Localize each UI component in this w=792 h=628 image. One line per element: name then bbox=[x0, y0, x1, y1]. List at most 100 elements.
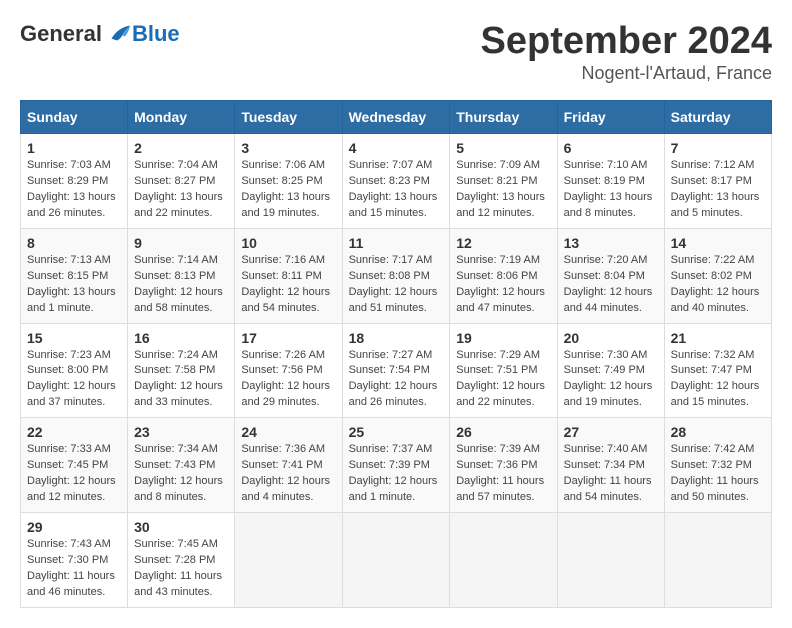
day-number: 26 bbox=[456, 424, 550, 440]
day-number: 1 bbox=[27, 140, 121, 156]
calendar-day-header: Wednesday bbox=[342, 101, 450, 134]
calendar-week-row: 15 Sunrise: 7:23 AMSunset: 8:00 PMDaylig… bbox=[21, 323, 772, 418]
calendar-cell: 1 Sunrise: 7:03 AMSunset: 8:29 PMDayligh… bbox=[21, 134, 128, 229]
day-number: 30 bbox=[134, 519, 228, 535]
day-number: 4 bbox=[349, 140, 444, 156]
calendar-cell: 3 Sunrise: 7:06 AMSunset: 8:25 PMDayligh… bbox=[235, 134, 342, 229]
day-info: Sunrise: 7:19 AMSunset: 8:06 PMDaylight:… bbox=[456, 254, 545, 314]
day-number: 11 bbox=[349, 235, 444, 251]
calendar-header-row: SundayMondayTuesdayWednesdayThursdayFrid… bbox=[21, 101, 772, 134]
calendar-day-header: Sunday bbox=[21, 101, 128, 134]
calendar-cell: 6 Sunrise: 7:10 AMSunset: 8:19 PMDayligh… bbox=[557, 134, 664, 229]
day-number: 27 bbox=[564, 424, 658, 440]
calendar-cell: 18 Sunrise: 7:27 AMSunset: 7:54 PMDaylig… bbox=[342, 323, 450, 418]
calendar-cell: 20 Sunrise: 7:30 AMSunset: 7:49 PMDaylig… bbox=[557, 323, 664, 418]
day-number: 22 bbox=[27, 424, 121, 440]
title-section: September 2024 Nogent-l'Artaud, France bbox=[481, 20, 773, 84]
day-info: Sunrise: 7:40 AMSunset: 7:34 PMDaylight:… bbox=[564, 443, 652, 503]
day-number: 3 bbox=[241, 140, 335, 156]
day-info: Sunrise: 7:34 AMSunset: 7:43 PMDaylight:… bbox=[134, 443, 223, 503]
calendar-day-header: Saturday bbox=[664, 101, 771, 134]
day-number: 14 bbox=[671, 235, 765, 251]
calendar-week-row: 8 Sunrise: 7:13 AMSunset: 8:15 PMDayligh… bbox=[21, 228, 772, 323]
logo-blue-text: Blue bbox=[132, 21, 180, 47]
day-info: Sunrise: 7:32 AMSunset: 7:47 PMDaylight:… bbox=[671, 349, 760, 409]
day-info: Sunrise: 7:27 AMSunset: 7:54 PMDaylight:… bbox=[349, 349, 438, 409]
day-info: Sunrise: 7:42 AMSunset: 7:32 PMDaylight:… bbox=[671, 443, 759, 503]
calendar-cell bbox=[557, 513, 664, 608]
day-number: 21 bbox=[671, 330, 765, 346]
day-number: 13 bbox=[564, 235, 658, 251]
calendar-cell: 13 Sunrise: 7:20 AMSunset: 8:04 PMDaylig… bbox=[557, 228, 664, 323]
day-number: 2 bbox=[134, 140, 228, 156]
calendar-cell: 12 Sunrise: 7:19 AMSunset: 8:06 PMDaylig… bbox=[450, 228, 557, 323]
logo-general-text: General bbox=[20, 21, 102, 47]
day-number: 5 bbox=[456, 140, 550, 156]
day-info: Sunrise: 7:04 AMSunset: 8:27 PMDaylight:… bbox=[134, 159, 223, 219]
day-info: Sunrise: 7:09 AMSunset: 8:21 PMDaylight:… bbox=[456, 159, 545, 219]
day-number: 20 bbox=[564, 330, 658, 346]
day-number: 23 bbox=[134, 424, 228, 440]
day-number: 6 bbox=[564, 140, 658, 156]
day-number: 28 bbox=[671, 424, 765, 440]
calendar-week-row: 29 Sunrise: 7:43 AMSunset: 7:30 PMDaylig… bbox=[21, 513, 772, 608]
day-info: Sunrise: 7:22 AMSunset: 8:02 PMDaylight:… bbox=[671, 254, 760, 314]
calendar-cell: 22 Sunrise: 7:33 AMSunset: 7:45 PMDaylig… bbox=[21, 418, 128, 513]
calendar-cell: 7 Sunrise: 7:12 AMSunset: 8:17 PMDayligh… bbox=[664, 134, 771, 229]
calendar-cell: 8 Sunrise: 7:13 AMSunset: 8:15 PMDayligh… bbox=[21, 228, 128, 323]
calendar-day-header: Friday bbox=[557, 101, 664, 134]
day-info: Sunrise: 7:13 AMSunset: 8:15 PMDaylight:… bbox=[27, 254, 116, 314]
day-info: Sunrise: 7:36 AMSunset: 7:41 PMDaylight:… bbox=[241, 443, 330, 503]
day-number: 16 bbox=[134, 330, 228, 346]
location-subtitle: Nogent-l'Artaud, France bbox=[481, 63, 773, 84]
day-info: Sunrise: 7:12 AMSunset: 8:17 PMDaylight:… bbox=[671, 159, 760, 219]
day-number: 25 bbox=[349, 424, 444, 440]
calendar-cell: 28 Sunrise: 7:42 AMSunset: 7:32 PMDaylig… bbox=[664, 418, 771, 513]
day-number: 17 bbox=[241, 330, 335, 346]
header: General Blue September 2024 Nogent-l'Art… bbox=[20, 20, 772, 84]
calendar-day-header: Monday bbox=[128, 101, 235, 134]
calendar-day-header: Thursday bbox=[450, 101, 557, 134]
day-number: 24 bbox=[241, 424, 335, 440]
calendar-cell: 5 Sunrise: 7:09 AMSunset: 8:21 PMDayligh… bbox=[450, 134, 557, 229]
calendar-table: SundayMondayTuesdayWednesdayThursdayFrid… bbox=[20, 100, 772, 608]
day-info: Sunrise: 7:14 AMSunset: 8:13 PMDaylight:… bbox=[134, 254, 223, 314]
day-info: Sunrise: 7:37 AMSunset: 7:39 PMDaylight:… bbox=[349, 443, 438, 503]
calendar-cell: 19 Sunrise: 7:29 AMSunset: 7:51 PMDaylig… bbox=[450, 323, 557, 418]
calendar-cell: 16 Sunrise: 7:24 AMSunset: 7:58 PMDaylig… bbox=[128, 323, 235, 418]
day-info: Sunrise: 7:16 AMSunset: 8:11 PMDaylight:… bbox=[241, 254, 330, 314]
calendar-week-row: 22 Sunrise: 7:33 AMSunset: 7:45 PMDaylig… bbox=[21, 418, 772, 513]
calendar-week-row: 1 Sunrise: 7:03 AMSunset: 8:29 PMDayligh… bbox=[21, 134, 772, 229]
day-info: Sunrise: 7:29 AMSunset: 7:51 PMDaylight:… bbox=[456, 349, 545, 409]
day-info: Sunrise: 7:43 AMSunset: 7:30 PMDaylight:… bbox=[27, 538, 115, 598]
calendar-cell bbox=[450, 513, 557, 608]
calendar-cell: 11 Sunrise: 7:17 AMSunset: 8:08 PMDaylig… bbox=[342, 228, 450, 323]
day-number: 9 bbox=[134, 235, 228, 251]
day-info: Sunrise: 7:10 AMSunset: 8:19 PMDaylight:… bbox=[564, 159, 653, 219]
logo-bird-icon bbox=[104, 20, 132, 48]
calendar-cell: 4 Sunrise: 7:07 AMSunset: 8:23 PMDayligh… bbox=[342, 134, 450, 229]
calendar-cell: 25 Sunrise: 7:37 AMSunset: 7:39 PMDaylig… bbox=[342, 418, 450, 513]
calendar-cell: 24 Sunrise: 7:36 AMSunset: 7:41 PMDaylig… bbox=[235, 418, 342, 513]
calendar-cell: 10 Sunrise: 7:16 AMSunset: 8:11 PMDaylig… bbox=[235, 228, 342, 323]
day-info: Sunrise: 7:03 AMSunset: 8:29 PMDaylight:… bbox=[27, 159, 116, 219]
calendar-cell: 9 Sunrise: 7:14 AMSunset: 8:13 PMDayligh… bbox=[128, 228, 235, 323]
day-info: Sunrise: 7:26 AMSunset: 7:56 PMDaylight:… bbox=[241, 349, 330, 409]
month-year-title: September 2024 bbox=[481, 20, 773, 63]
calendar-cell: 21 Sunrise: 7:32 AMSunset: 7:47 PMDaylig… bbox=[664, 323, 771, 418]
day-number: 8 bbox=[27, 235, 121, 251]
calendar-cell: 30 Sunrise: 7:45 AMSunset: 7:28 PMDaylig… bbox=[128, 513, 235, 608]
calendar-cell: 26 Sunrise: 7:39 AMSunset: 7:36 PMDaylig… bbox=[450, 418, 557, 513]
day-info: Sunrise: 7:20 AMSunset: 8:04 PMDaylight:… bbox=[564, 254, 653, 314]
day-info: Sunrise: 7:17 AMSunset: 8:08 PMDaylight:… bbox=[349, 254, 438, 314]
calendar-cell: 17 Sunrise: 7:26 AMSunset: 7:56 PMDaylig… bbox=[235, 323, 342, 418]
calendar-cell bbox=[235, 513, 342, 608]
day-info: Sunrise: 7:06 AMSunset: 8:25 PMDaylight:… bbox=[241, 159, 330, 219]
day-info: Sunrise: 7:33 AMSunset: 7:45 PMDaylight:… bbox=[27, 443, 116, 503]
day-number: 12 bbox=[456, 235, 550, 251]
calendar-cell: 14 Sunrise: 7:22 AMSunset: 8:02 PMDaylig… bbox=[664, 228, 771, 323]
calendar-day-header: Tuesday bbox=[235, 101, 342, 134]
day-number: 18 bbox=[349, 330, 444, 346]
day-info: Sunrise: 7:24 AMSunset: 7:58 PMDaylight:… bbox=[134, 349, 223, 409]
day-number: 15 bbox=[27, 330, 121, 346]
